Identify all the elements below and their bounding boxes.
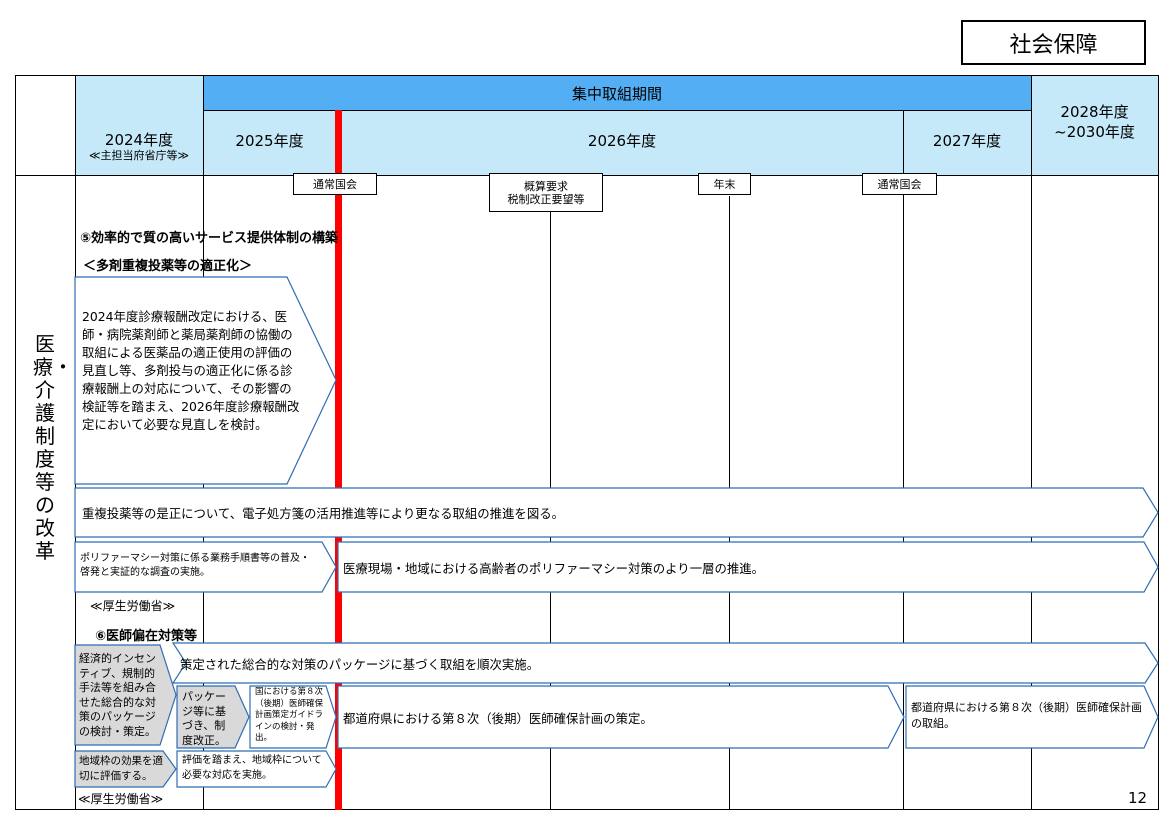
- sidebar-title: 医療・介護制度等の改革: [33, 332, 73, 563]
- section6-heading: ⑥医師偏在対策等: [95, 629, 198, 644]
- milestone-budget-request: 概算要求 税制改正要望等: [489, 173, 603, 212]
- polypharmacy-arrow: 医療現場・地域における高齢者のポリファーマシー対策のより一層の推進。: [337, 541, 1159, 593]
- review-box-2024-text: 2024年度診療報酬改定における、医師・病院薬剤師と薬局薬剤師の協働の取組による…: [82, 309, 300, 432]
- milestone-4-label: 通常国会: [877, 177, 922, 191]
- regional-quota-action-box: 評価を踏まえ、地域枠について必要な対応を実施。: [176, 750, 337, 788]
- section5-subheading: ＜多剤重複投薬等の適正化＞: [83, 259, 253, 274]
- polypharmacy-box-text: ポリファーマシー対策に係る業務手順書等の普及・啓発と実証的な調査の実施。: [80, 553, 310, 578]
- page-number: 12: [1128, 789, 1148, 807]
- duplicate-prescription-arrow-text: 重複投薬等の是正について、電子処方箋の活用推進等により更なる取組の推進を図る。: [82, 506, 564, 521]
- intensive-divider: [203, 110, 1031, 111]
- prefecture-plan-arrow: 都道府県における第８次（後期）医師確保計画の策定。: [337, 685, 905, 749]
- prefecture-implementation-arrow: 都道府県における第８次（後期）医師確保計画の取組。: [905, 685, 1159, 749]
- system-revision-box: パッケージ等に基づき、制度改正。: [176, 685, 250, 749]
- milestone-regular-diet-1: 通常国会: [293, 173, 377, 195]
- section5-ministry: ≪厚生労働省≫: [90, 599, 176, 613]
- milestone-3-label: 年末: [713, 177, 736, 191]
- milestone-regular-diet-2: 通常国会: [862, 173, 937, 195]
- milestone-2-line2: 税制改正要望等: [507, 192, 585, 206]
- section5-heading: ⑤効率的で質の高いサービス提供体制の構築: [80, 231, 339, 246]
- section6-ministry: ≪厚生労働省≫: [78, 792, 164, 806]
- package-implementation-arrow: 策定された総合的な対策のパッケージに基づく取組を順次実施。: [171, 642, 1159, 684]
- category-badge: 社会保障: [961, 20, 1146, 65]
- prefecture-plan-arrow-text: 都道府県における第８次（後期）医師確保計画の策定。: [343, 711, 653, 726]
- regional-quota-eval-box: 地域枠の効果を適切に評価する。: [74, 750, 177, 788]
- sidebar: 医療・介護制度等の改革: [15, 176, 75, 810]
- package-study-box: 経済的インセンティブ、規制的手法等を組み合せた総合的な対策のパッケージの検討・策…: [74, 644, 177, 746]
- package-study-box-text: 経済的インセンティブ、規制的手法等を組み合せた総合的な対策のパッケージの検討・策…: [79, 652, 156, 738]
- regional-quota-eval-box-text: 地域枠の効果を適切に評価する。: [79, 755, 163, 782]
- guideline-box-text: 国における第８次（後期）医師確保計画策定ガイドラインの検討・発出。: [255, 687, 324, 743]
- milestone-2-line1: 概算要求: [524, 179, 568, 193]
- milestone-1-label: 通常国会: [313, 177, 357, 191]
- system-revision-box-text: パッケージ等に基づき、制度改正。: [182, 690, 226, 747]
- polypharmacy-arrow-text: 医療現場・地域における高齢者のポリファーマシー対策のより一層の推進。: [343, 561, 765, 576]
- regional-quota-action-box-text: 評価を踏まえ、地域枠について必要な対応を実施。: [182, 755, 322, 781]
- milestone-year-end: 年末: [698, 173, 751, 195]
- duplicate-prescription-arrow: 重複投薬等の是正について、電子処方箋の活用推進等により更なる取組の推進を図る。: [74, 487, 1159, 538]
- prefecture-implementation-arrow-text: 都道府県における第８次（後期）医師確保計画の取組。: [911, 701, 1142, 730]
- guideline-box: 国における第８次（後期）医師確保計画策定ガイドラインの検討・発出。: [249, 685, 337, 749]
- package-implementation-arrow-text: 策定された総合的な対策のパッケージに基づく取組を順次実施。: [180, 657, 540, 672]
- polypharmacy-box: ポリファーマシー対策に係る業務手順書等の普及・啓発と実証的な調査の実施。: [74, 541, 337, 593]
- review-box-2024: 2024年度診療報酬改定における、医師・病院薬剤師と薬局薬剤師の協働の取組による…: [74, 276, 337, 485]
